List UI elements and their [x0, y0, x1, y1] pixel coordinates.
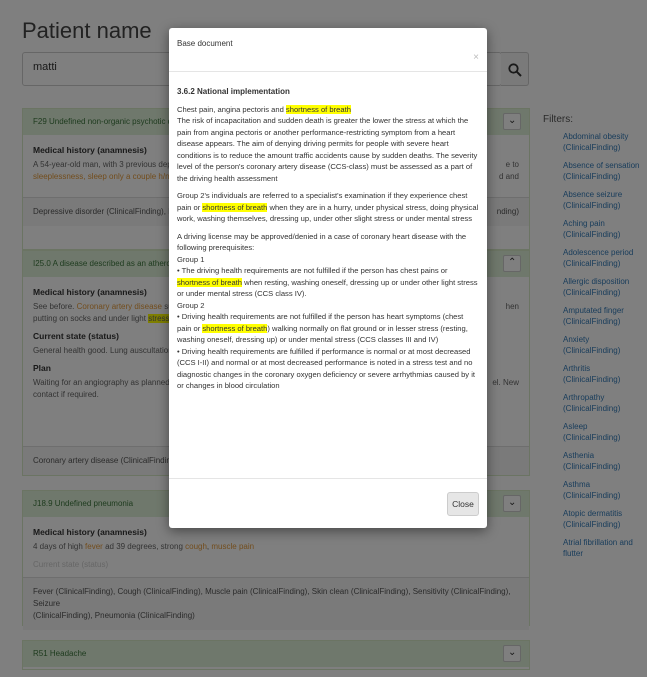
highlight-term: shortness of breath [202, 202, 268, 212]
modal-title: Base document [177, 39, 233, 48]
base-document-modal: Base document × 3.6.2 National implement… [169, 28, 487, 528]
highlight-term: shortness of breath [285, 104, 351, 114]
group-label: Group 1 [177, 254, 205, 264]
text-run: The risk of incapacitation and sudden de… [177, 116, 478, 183]
modal-header: Base document × [169, 28, 487, 72]
close-icon[interactable]: × [473, 52, 479, 63]
text-run: Chest pain, angina pectoris and [177, 104, 286, 114]
text-run: • The driving health requirements are no… [177, 266, 448, 275]
paragraph-chest-pain: Chest pain, angina pectoris and shortnes… [177, 104, 479, 185]
highlight-term: shortness of breath [202, 323, 268, 333]
group-label: Group 2 [177, 300, 205, 310]
modal-footer: Close [169, 478, 487, 528]
modal-body: 3.6.2 National implementation Chest pain… [169, 72, 487, 392]
highlight-term: shortness of breath [177, 277, 243, 287]
text-run: A driving license may be approved/denied… [177, 231, 467, 253]
paragraph-prerequisites: A driving license may be approved/denied… [177, 231, 479, 392]
text-run: • Driving health requirements are fulfil… [177, 346, 476, 391]
paragraph-group2: Group 2's individuals are referred to a … [177, 190, 479, 225]
close-button[interactable]: Close [447, 492, 479, 516]
section-heading: 3.6.2 National implementation [177, 87, 290, 96]
